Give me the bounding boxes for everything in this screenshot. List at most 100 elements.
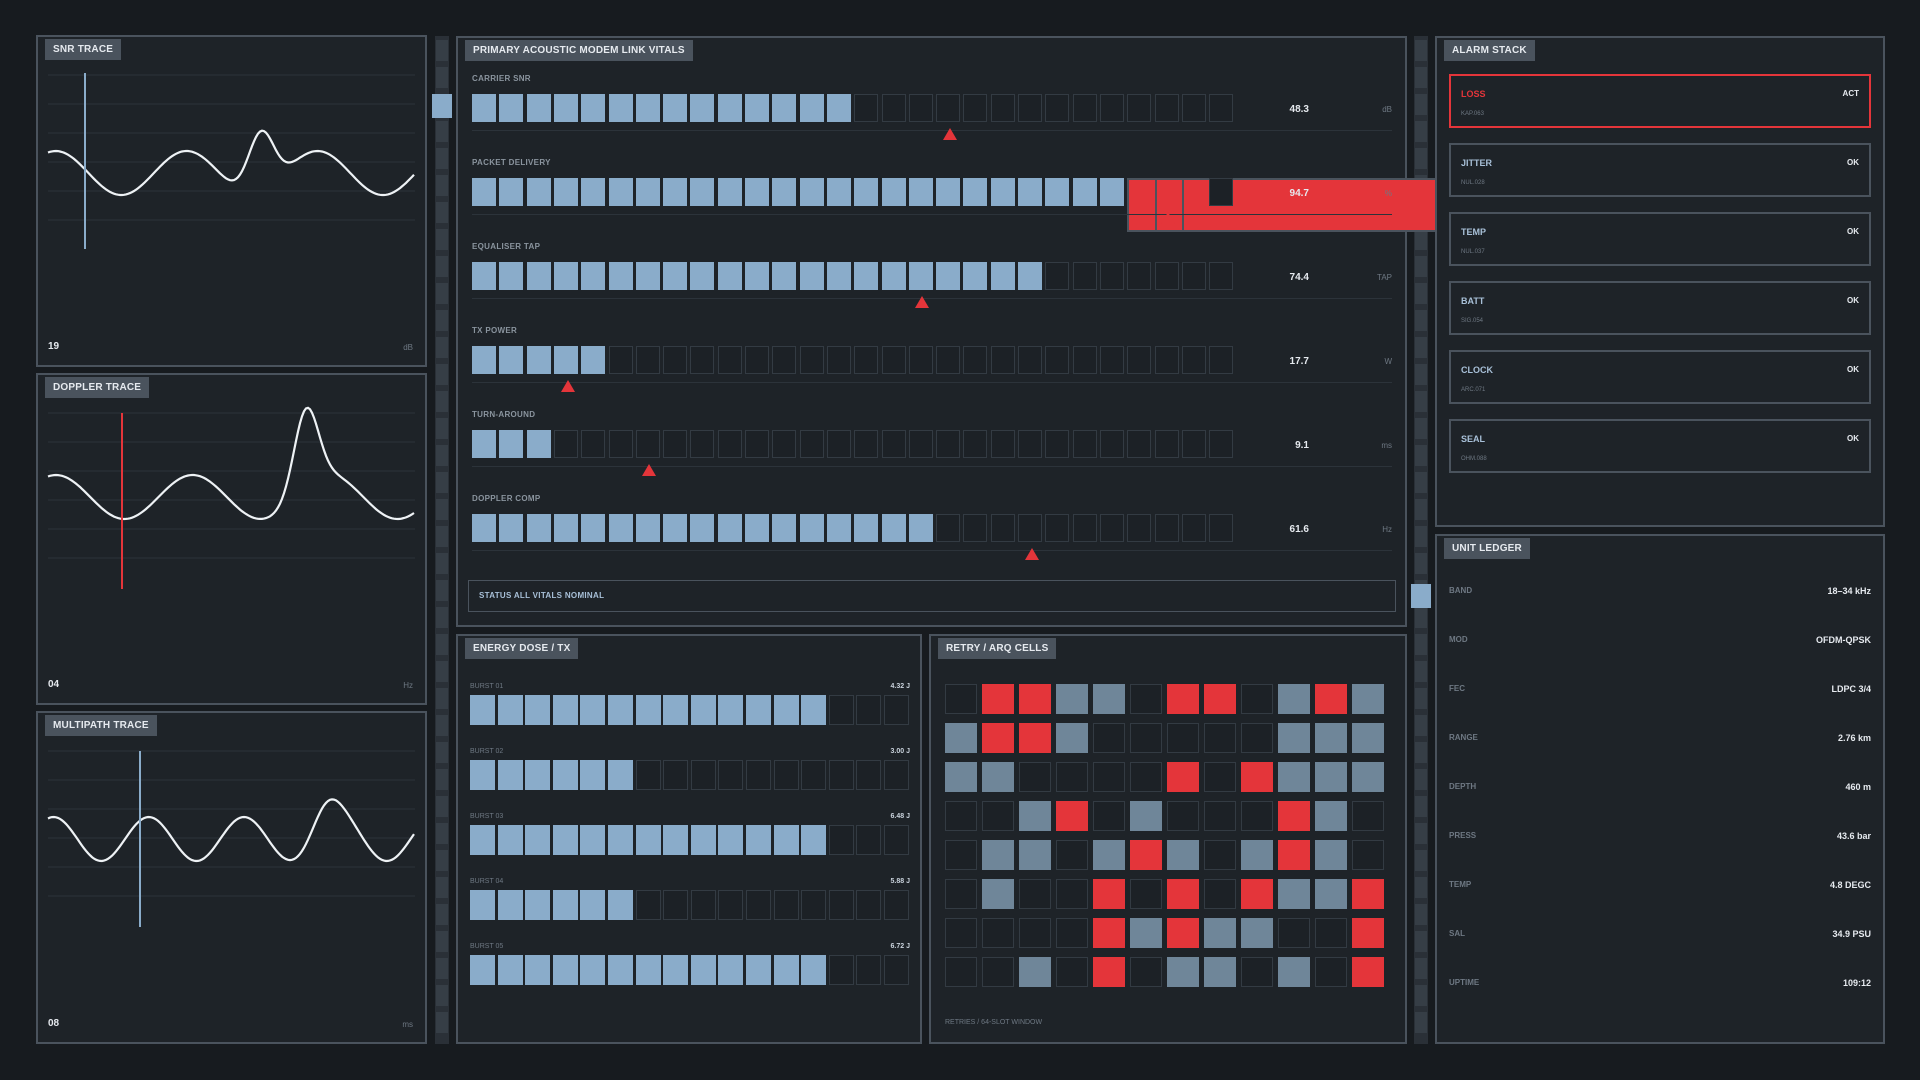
retry-cell[interactable] xyxy=(1204,957,1236,987)
retry-cell[interactable] xyxy=(1130,801,1162,831)
retry-cell[interactable] xyxy=(1352,918,1384,948)
retry-cell[interactable] xyxy=(945,762,977,792)
retry-cell[interactable] xyxy=(1204,801,1236,831)
retry-cell[interactable] xyxy=(1241,840,1273,870)
retry-cell[interactable] xyxy=(1315,723,1347,753)
retry-cell[interactable] xyxy=(1130,723,1162,753)
retry-cell[interactable] xyxy=(1167,801,1199,831)
alarm-item-temp[interactable]: TEMP NUL.037 OK xyxy=(1449,212,1871,266)
retry-cell[interactable] xyxy=(1093,684,1125,714)
retry-cell[interactable] xyxy=(1167,762,1199,792)
retry-cell[interactable] xyxy=(1093,918,1125,948)
vital-threshold-marker[interactable] xyxy=(942,128,957,140)
retry-cell[interactable] xyxy=(1278,918,1310,948)
retry-cell[interactable] xyxy=(1056,684,1088,714)
retry-cell[interactable] xyxy=(1056,840,1088,870)
retry-cell[interactable] xyxy=(1019,957,1051,987)
right-scroll-thumb[interactable] xyxy=(1411,584,1431,608)
retry-cell[interactable] xyxy=(1019,723,1051,753)
retry-cell[interactable] xyxy=(982,723,1014,753)
retry-cell[interactable] xyxy=(1204,684,1236,714)
left-scroll-thumb[interactable] xyxy=(432,94,452,118)
vital-threshold-marker[interactable] xyxy=(560,380,575,392)
retry-cell[interactable] xyxy=(1130,879,1162,909)
retry-cell[interactable] xyxy=(945,918,977,948)
retry-cell[interactable] xyxy=(1204,918,1236,948)
retry-cell[interactable] xyxy=(1130,918,1162,948)
retry-cell[interactable] xyxy=(1167,684,1199,714)
retry-cell[interactable] xyxy=(1241,879,1273,909)
retry-cell[interactable] xyxy=(1093,840,1125,870)
retry-cell[interactable] xyxy=(982,801,1014,831)
retry-cell[interactable] xyxy=(1278,723,1310,753)
retry-cell[interactable] xyxy=(945,801,977,831)
retry-cell[interactable] xyxy=(945,840,977,870)
retry-cell[interactable] xyxy=(1241,723,1273,753)
retry-cell[interactable] xyxy=(1130,840,1162,870)
retry-cell[interactable] xyxy=(982,918,1014,948)
retry-cell[interactable] xyxy=(1093,879,1125,909)
vital-threshold-marker[interactable] xyxy=(642,464,657,476)
retry-cell[interactable] xyxy=(982,957,1014,987)
retry-cell[interactable] xyxy=(1352,879,1384,909)
retry-cell[interactable] xyxy=(1315,801,1347,831)
retry-cell[interactable] xyxy=(1093,957,1125,987)
retry-cell[interactable] xyxy=(1352,684,1384,714)
retry-cell[interactable] xyxy=(1204,840,1236,870)
retry-cell[interactable] xyxy=(1093,762,1125,792)
retry-cell[interactable] xyxy=(1019,762,1051,792)
vital-threshold-marker[interactable] xyxy=(1161,212,1176,224)
retry-cell[interactable] xyxy=(1204,879,1236,909)
retry-cell[interactable] xyxy=(945,879,977,909)
retry-cell[interactable] xyxy=(1278,840,1310,870)
retry-cell[interactable] xyxy=(1278,762,1310,792)
retry-cell[interactable] xyxy=(1056,762,1088,792)
retry-cell[interactable] xyxy=(1241,957,1273,987)
vital-threshold-marker[interactable] xyxy=(915,296,930,308)
retry-cell[interactable] xyxy=(1315,762,1347,792)
alarm-item-clock[interactable]: CLOCK ARC.071 OK xyxy=(1449,350,1871,404)
retry-cell[interactable] xyxy=(1167,840,1199,870)
retry-cell[interactable] xyxy=(1167,957,1199,987)
retry-cell[interactable] xyxy=(1352,762,1384,792)
retry-cell[interactable] xyxy=(945,957,977,987)
retry-cell[interactable] xyxy=(1315,957,1347,987)
retry-cell[interactable] xyxy=(1130,957,1162,987)
retry-cell[interactable] xyxy=(1167,918,1199,948)
retry-cell[interactable] xyxy=(1130,684,1162,714)
retry-cell[interactable] xyxy=(1278,684,1310,714)
retry-cell[interactable] xyxy=(1315,918,1347,948)
retry-cell[interactable] xyxy=(1315,684,1347,714)
retry-cell[interactable] xyxy=(982,879,1014,909)
retry-cell[interactable] xyxy=(1019,684,1051,714)
alarm-item-seal[interactable]: SEAL OHM.088 OK xyxy=(1449,419,1871,473)
retry-cell[interactable] xyxy=(945,684,977,714)
retry-cell[interactable] xyxy=(1352,723,1384,753)
retry-cell[interactable] xyxy=(1019,879,1051,909)
retry-cell[interactable] xyxy=(1352,840,1384,870)
retry-cell[interactable] xyxy=(1019,840,1051,870)
retry-cell[interactable] xyxy=(1093,723,1125,753)
retry-cell[interactable] xyxy=(1204,762,1236,792)
retry-cell[interactable] xyxy=(945,723,977,753)
retry-cell[interactable] xyxy=(1352,801,1384,831)
retry-cell[interactable] xyxy=(1093,801,1125,831)
retry-cell[interactable] xyxy=(982,684,1014,714)
retry-cell[interactable] xyxy=(1056,723,1088,753)
retry-cell[interactable] xyxy=(1204,723,1236,753)
retry-cell[interactable] xyxy=(1167,723,1199,753)
retry-cell[interactable] xyxy=(1167,879,1199,909)
retry-cell[interactable] xyxy=(1278,957,1310,987)
retry-cell[interactable] xyxy=(1278,879,1310,909)
retry-cell[interactable] xyxy=(1352,957,1384,987)
retry-cell[interactable] xyxy=(1056,879,1088,909)
retry-cell[interactable] xyxy=(1315,840,1347,870)
retry-cell[interactable] xyxy=(1056,801,1088,831)
retry-cell[interactable] xyxy=(1019,801,1051,831)
alarm-item-loss[interactable]: LOSS KAP.063 ACT xyxy=(1449,74,1871,128)
retry-cell[interactable] xyxy=(982,840,1014,870)
left-scroll-rail[interactable] xyxy=(432,36,452,1044)
retry-cell[interactable] xyxy=(1278,801,1310,831)
alarm-item-jitter[interactable]: JITTER NUL.028 OK xyxy=(1449,143,1871,197)
retry-cell[interactable] xyxy=(1241,684,1273,714)
